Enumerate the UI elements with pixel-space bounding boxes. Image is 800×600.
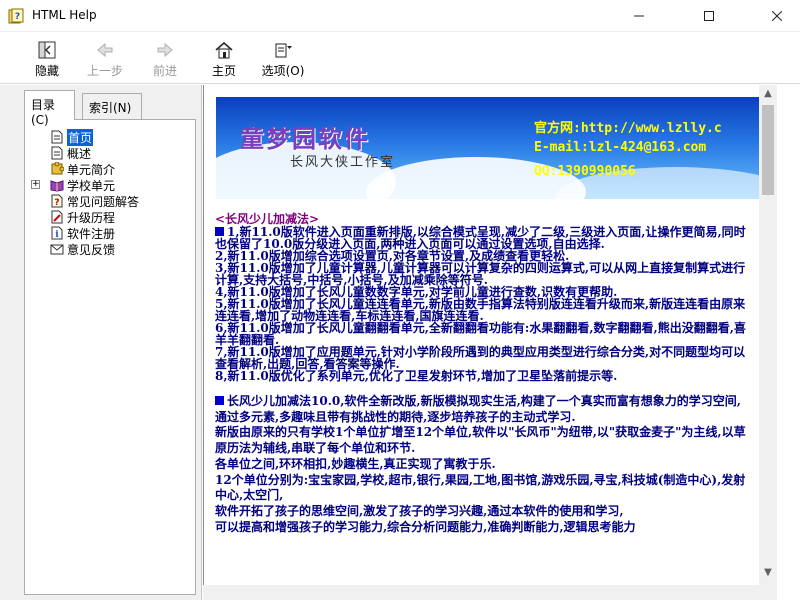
tree-label-feedback: 意见反馈 [67, 242, 116, 257]
banner-image: 童梦园软件 长风大侠工作室 官方网:http://www.lzlly.c E-m… [216, 97, 761, 199]
home-label: 主页 [211, 64, 236, 78]
banner-website: 官方网:http://www.lzlly.c [534, 121, 722, 136]
help-app-icon: ? [8, 8, 24, 24]
forward-button[interactable]: 前进 [137, 36, 193, 82]
tab-index-label: 索引(N) [89, 101, 132, 115]
tree-expand-toggle[interactable]: + [31, 180, 40, 189]
content-pane: 童梦园软件 长风大侠工作室 官方网:http://www.lzlly.c E-m… [203, 85, 785, 600]
tree-label-registration: 软件注册 [67, 226, 116, 241]
banner-subtitle: 长风大侠工作室 [290, 155, 396, 170]
back-label: 上一步 [86, 64, 123, 78]
tree-label-home: 首页 [67, 128, 94, 146]
description-paragraph: 可以提高和增强孩子的学习能力,综合分析问题能力,准确判断能力,逻辑思考能力 [215, 519, 636, 534]
back-arrow-icon [97, 42, 113, 58]
title-bar: ? HTML Help [0, 0, 800, 32]
help-page-icon: ? [51, 194, 63, 208]
tab-contents[interactable]: 目录(C) [24, 90, 75, 127]
description-paragraph: 长风少儿加减法10.0,软件全新改版,新版模拟现实生活,构建了一个真实而富有想象… [215, 394, 755, 410]
tree-item-overview[interactable]: 概述 [50, 145, 91, 161]
pencil-page-icon [51, 210, 63, 224]
page-icon [51, 130, 63, 144]
svg-text:?: ? [15, 12, 20, 22]
vertical-scrollbar[interactable]: ▲ ▼ [759, 85, 777, 600]
banner-email: E-mail:lzl-424@163.com [534, 140, 707, 155]
tree-label-overview: 概述 [67, 146, 92, 161]
update-item: 5,新11.0版增加了长风儿童连连看单元,新版由数手指算法特别版连连看升级而来,… [215, 297, 746, 323]
scroll-thumb[interactable] [762, 105, 774, 195]
forward-label: 前进 [152, 64, 177, 78]
tree-item-upgrade-history[interactable]: 升级历程 [50, 209, 115, 225]
mail-icon [50, 244, 64, 255]
back-button[interactable]: 上一步 [77, 36, 133, 82]
update-item: 3,新11.0版增加了儿童计算器,儿童计算器可以计算复杂的四则运算式,可以从网上… [215, 261, 746, 287]
options-label: 选项(O) [261, 64, 305, 78]
tree-item-units-intro[interactable]: 单元简介 [50, 161, 115, 177]
close-button[interactable] [754, 0, 800, 32]
tree-item-registration[interactable]: i 软件注册 [50, 225, 115, 241]
info-page-icon: i [51, 226, 63, 240]
tree-label-units-intro: 单元简介 [67, 162, 116, 177]
description-paragraph: 新版由原来的只有学校1个单位扩增至12个单位,软件以"长风币"为纽带,以"获取金… [215, 425, 746, 456]
description-section: 长风少儿加减法10.0,软件全新改版,新版模拟现实生活,构建了一个真实而富有想象… [215, 394, 755, 535]
window-title: HTML Help [32, 8, 97, 22]
description-paragraph: 12个单位分别为:宝宝家园,学校,超市,银行,果园,工地,图书馆,游戏乐园,寻宝… [215, 472, 746, 503]
hide-label: 隐藏 [34, 64, 59, 78]
close-icon [772, 11, 782, 21]
svg-text:i: i [55, 230, 59, 240]
horizontal-scrollbar[interactable] [203, 585, 777, 600]
contents-tree: 首页 概述 单元简介 + 学校单元 ? 常见问题解答 升级历程 i 软件注册 意… [24, 119, 196, 595]
update-item: 7,新11.0版增加了应用题单元,针对小学阶段所遇到的典型应用类型进行综合分类,… [215, 345, 746, 371]
toolbar: 隐藏 上一步 前进 主页 选项(O) [0, 32, 800, 84]
description-paragraph: 软件开拓了孩子的思维空间,激发了孩子的学习兴趣,通过本软件的使用和学习, [215, 503, 624, 518]
forward-arrow-icon [157, 42, 173, 58]
tree-item-faq[interactable]: ? 常见问题解答 [50, 193, 139, 209]
tree-label-faq: 常见问题解答 [67, 194, 140, 209]
tree-label-upgrade-history: 升级历程 [67, 210, 116, 225]
update-item: 1,新11.0版软件进入页面重新排版,以综合模式呈现,减少了二级,三级进入页面,… [215, 225, 746, 251]
book-icon [50, 180, 64, 192]
banner-title: 童梦园软件 [240, 124, 370, 153]
maximize-icon [704, 11, 714, 21]
tree-item-feedback[interactable]: 意见反馈 [50, 241, 115, 257]
hide-button[interactable]: 隐藏 [19, 36, 75, 82]
home-button[interactable]: 主页 [196, 36, 252, 82]
hide-pane-icon [38, 41, 56, 59]
scroll-up-arrow-icon[interactable]: ▲ [759, 85, 777, 103]
section-heading: <长风少儿加减法> [215, 212, 320, 226]
svg-text:?: ? [54, 198, 59, 208]
banner-qq: QQ:1390990056 [534, 164, 636, 179]
options-button[interactable]: 选项(O) [255, 36, 311, 82]
article-body: <长风少儿加减法> 1,新11.0版软件进入页面重新排版,以综合模式呈现,减少了… [215, 213, 755, 535]
bullet-icon [215, 396, 224, 405]
maximize-button[interactable] [686, 0, 732, 32]
description-paragraph: 各单位之间,环环相扣,妙趣横生,真正实现了寓教于乐. [215, 456, 496, 471]
update-item: 8,新11.0版优化了系列单元,优化了卫星发射环节,增加了卫星坠落前提示等. [215, 369, 618, 383]
home-icon [215, 42, 233, 59]
tree-label-school-units: 学校单元 [67, 178, 116, 193]
minimize-button[interactable] [616, 0, 662, 32]
minimize-icon [634, 15, 644, 17]
tree-item-school-units[interactable]: 学校单元 [50, 177, 115, 193]
navigation-pane: 目录(C) 索引(N) 首页 概述 单元简介 + 学校单元 ? 常见问题解答 升… [0, 85, 202, 600]
options-icon [275, 43, 292, 58]
page-icon [51, 146, 63, 160]
update-item: 6,新11.0版增加了长风儿童翻翻看单元,全新翻翻看功能有:水果翻翻看,数字翻翻… [215, 321, 746, 347]
description-paragraph: 通过多元素,多趣味且带有挑战性的期待,逐步培养孩子的主动式学习. [215, 409, 576, 424]
content-document: 童梦园软件 长风大侠工作室 官方网:http://www.lzlly.c E-m… [204, 85, 766, 600]
tab-index[interactable]: 索引(N) [82, 93, 142, 119]
puzzle-icon [51, 162, 64, 175]
scroll-down-arrow-icon[interactable]: ▼ [759, 564, 777, 582]
tree-item-home[interactable]: 首页 [50, 128, 94, 146]
bullet-icon [215, 227, 224, 236]
